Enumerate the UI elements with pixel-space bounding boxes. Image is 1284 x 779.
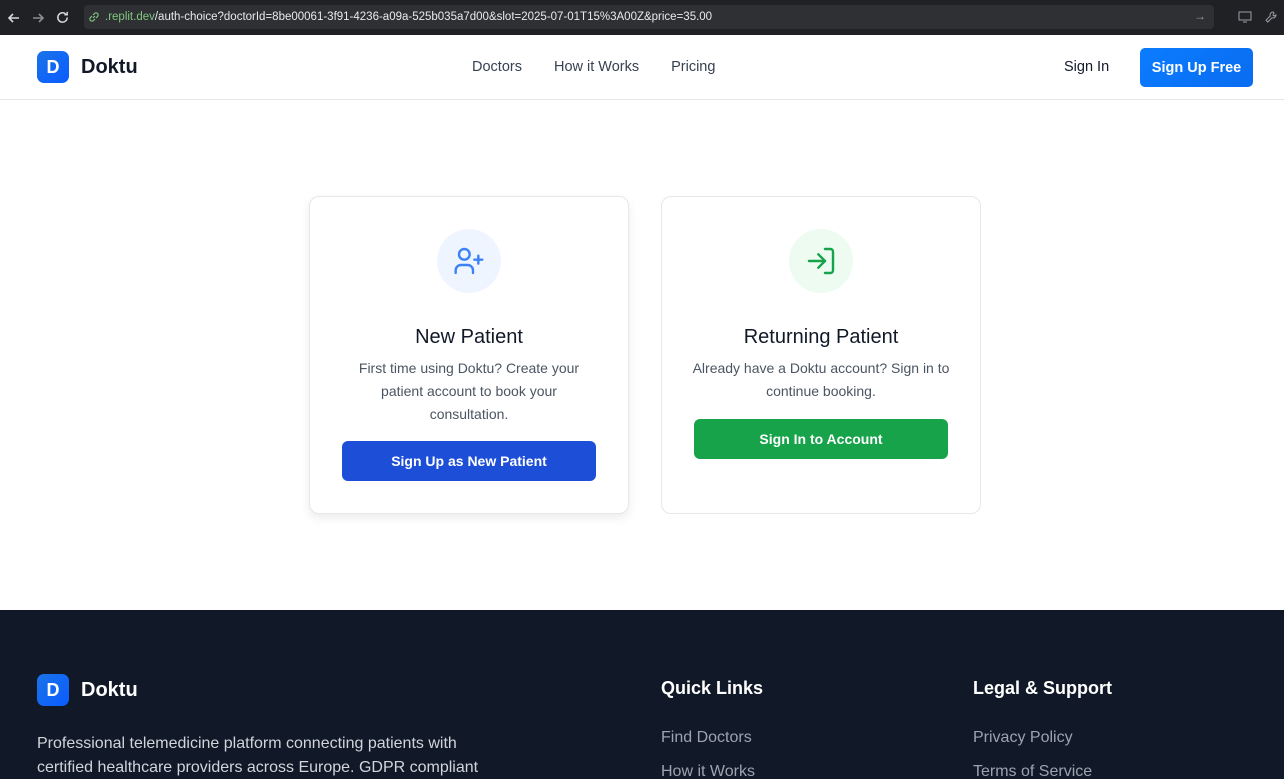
footer-link-privacy-policy[interactable]: Privacy Policy — [973, 727, 1112, 749]
back-arrow-icon[interactable] — [2, 6, 26, 30]
wrench-icon[interactable] — [1262, 8, 1280, 26]
sign-in-link[interactable]: Sign In — [1064, 59, 1109, 75]
footer-logo[interactable]: D Doktu — [37, 674, 138, 706]
sign-up-free-button[interactable]: Sign Up Free — [1140, 48, 1253, 87]
new-patient-title: New Patient — [415, 326, 523, 348]
legal-support-column: Legal & Support Privacy Policy Terms of … — [973, 678, 1112, 779]
quick-links-column: Quick Links Find Doctors How it Works — [661, 678, 763, 779]
returning-patient-title: Returning Patient — [743, 326, 899, 348]
nav-link-doctors[interactable]: Doctors — [472, 59, 522, 75]
new-patient-card: New Patient First time using Doktu? Crea… — [309, 196, 629, 514]
browser-toolbar: .replit.dev /auth-choice?doctorId=8be000… — [0, 0, 1284, 35]
url-host: .replit.dev — [105, 11, 155, 23]
returning-patient-description: Already have a Doktu account? Sign in to… — [692, 360, 950, 399]
sign-up-new-patient-button[interactable]: Sign Up as New Patient — [342, 441, 596, 481]
reload-icon[interactable] — [50, 6, 74, 30]
footer-logo-mark: D — [37, 674, 69, 706]
footer-link-how-it-works[interactable]: How it Works — [661, 761, 763, 779]
address-bar[interactable]: .replit.dev /auth-choice?doctorId=8be000… — [84, 5, 1214, 29]
quick-links-heading: Quick Links — [661, 678, 764, 698]
nav-link-how-it-works[interactable]: How it Works — [554, 59, 639, 75]
site-header: D Doktu Doctors How it Works Pricing Sig… — [0, 35, 1284, 100]
main-nav: Doctors How it Works Pricing — [472, 59, 715, 75]
legal-support-heading: Legal & Support — [973, 678, 1112, 698]
logo-mark: D — [37, 51, 69, 83]
footer-brand-name: Doktu — [81, 678, 138, 701]
user-plus-icon — [437, 229, 501, 293]
log-in-icon — [789, 229, 853, 293]
forward-arrow-icon[interactable] — [26, 6, 50, 30]
url-path: /auth-choice?doctorId=8be00061-3f91-4236… — [154, 11, 713, 23]
returning-patient-card: Returning Patient Already have a Doktu a… — [661, 196, 981, 514]
screen-icon[interactable] — [1236, 8, 1254, 26]
footer-link-find-doctors[interactable]: Find Doctors — [661, 727, 763, 749]
header-logo[interactable]: D Doktu — [37, 51, 138, 83]
brand-name: Doktu — [81, 55, 138, 78]
link-icon — [88, 10, 102, 24]
sign-in-to-account-button[interactable]: Sign In to Account — [694, 419, 948, 459]
new-patient-description: First time using Doktu? Create your pati… — [358, 360, 580, 422]
footer-link-terms-of-service[interactable]: Terms of Service — [973, 761, 1112, 779]
footer-description: Professional telemedicine platform conne… — [37, 735, 479, 776]
nav-link-pricing[interactable]: Pricing — [671, 59, 715, 75]
site-footer: D Doktu Professional telemedicine platfo… — [0, 610, 1284, 779]
go-arrow-icon[interactable]: → — [1194, 9, 1206, 23]
